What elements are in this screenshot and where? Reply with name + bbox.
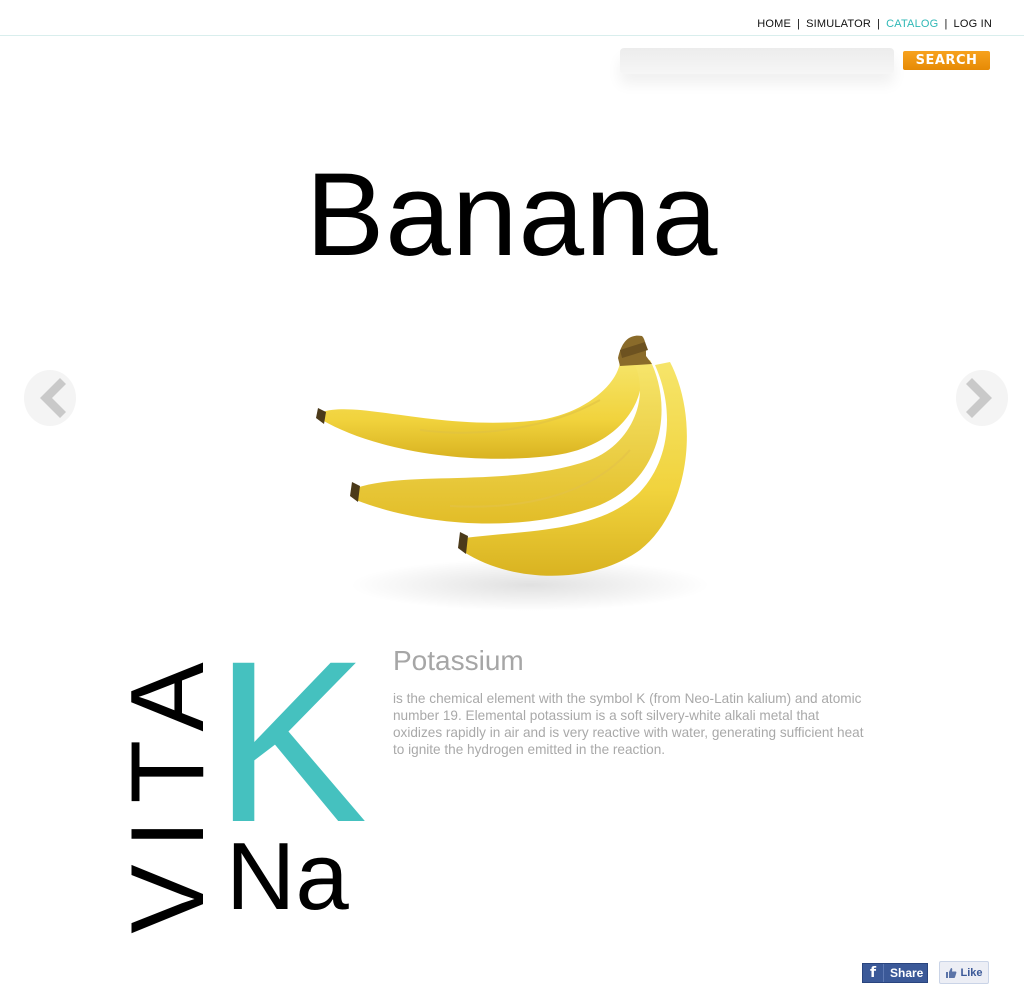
element-name: Potassium xyxy=(393,645,524,676)
search-input[interactable] xyxy=(620,48,894,74)
share-label: Share xyxy=(890,966,924,980)
nav-home-link[interactable]: HOME xyxy=(757,18,791,30)
prev-arrow-button[interactable] xyxy=(14,362,86,434)
search-button[interactable]: SEARCH xyxy=(903,51,990,70)
nav-simulator-link[interactable]: SIMULATOR xyxy=(806,18,871,30)
facebook-f-icon: f xyxy=(863,964,884,982)
chevron-left-icon xyxy=(24,370,76,426)
nav-separator: | xyxy=(797,18,801,30)
facebook-like-button[interactable]: Like xyxy=(939,961,989,984)
nav-separator: | xyxy=(944,18,948,30)
vitamin-label-text: VITA xyxy=(110,646,226,934)
like-label: Like xyxy=(960,966,983,979)
facebook-share-button[interactable]: f Share xyxy=(862,963,928,983)
sodium-symbol: Na xyxy=(226,823,349,930)
next-arrow-button[interactable] xyxy=(946,362,1018,434)
vitamin-label: VITA xyxy=(110,646,226,933)
header-divider xyxy=(0,35,1024,36)
nav-separator: | xyxy=(877,18,881,30)
element-description: is the chemical element with the symbol … xyxy=(393,691,864,757)
nav-catalog-link[interactable]: CATALOG xyxy=(886,18,938,30)
nav-login-link[interactable]: LOG IN xyxy=(954,18,993,30)
banana-image xyxy=(316,335,710,611)
chevron-right-icon xyxy=(956,370,1008,426)
product-title: Banana xyxy=(305,149,719,281)
top-nav: HOME | SIMULATOR | CATALOG | LOG IN xyxy=(757,18,992,30)
thumbs-up-icon xyxy=(946,967,957,978)
search-bar: SEARCH xyxy=(620,48,990,74)
